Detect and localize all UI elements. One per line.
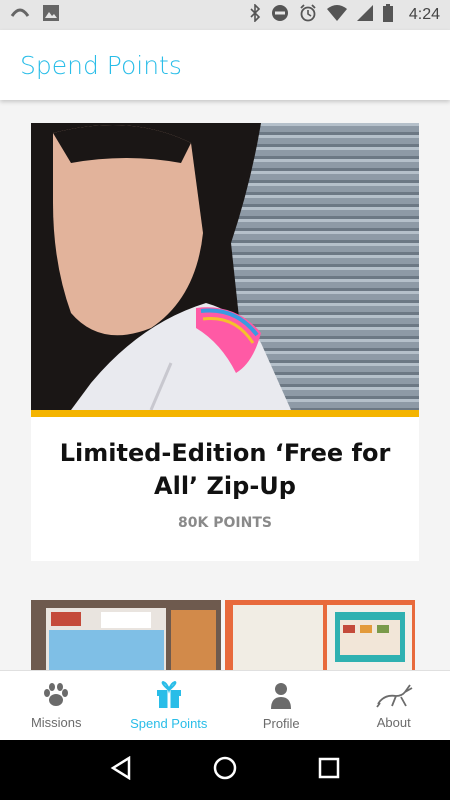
signal-icon [356,4,373,26]
gift-icon [155,680,183,712]
rewards-list[interactable]: Limited-Edition ‘Free for All’ Zip-Up 80… [0,100,450,670]
system-nav-bar [0,740,450,800]
back-icon[interactable] [110,755,132,785]
app-bar: Spend Points [0,30,450,100]
battery-icon [382,3,393,27]
do-not-disturb-icon [271,4,289,27]
reward-thumbnail[interactable] [31,600,221,670]
more-rewards-row [31,600,419,670]
paw-icon [41,682,71,711]
reward-points: 80K POINTS [178,515,272,531]
highlight-bar [31,410,419,417]
page-title: Spend Points [20,50,182,80]
tab-spend-points[interactable]: Spend Points [113,671,226,740]
tab-profile[interactable]: Profile [225,671,338,740]
status-bar: 4:24 [0,0,450,30]
tab-profile-label: Profile [262,715,300,731]
recents-icon[interactable] [318,757,340,784]
reward-card[interactable]: Limited-Edition ‘Free for All’ Zip-Up 80… [31,123,419,561]
image-icon [42,4,60,27]
reward-photo [31,123,419,410]
wifi-icon [326,4,347,26]
status-time: 4:24 [408,6,440,23]
person-icon [269,681,293,712]
tab-missions-label: Missions [30,714,82,730]
reward-title: Limited-Edition ‘Free for All’ Zip-Up [59,439,391,500]
tab-missions[interactable]: Missions [0,671,113,740]
tab-spend-points-label: Spend Points [130,715,208,731]
missed-call-icon [10,6,30,25]
home-icon[interactable] [213,756,237,785]
tab-about-label: About [376,714,411,730]
reward-thumbnail[interactable] [225,600,415,670]
alarm-icon [299,3,317,27]
bluetooth-icon [249,2,261,27]
rabbit-icon [374,682,414,711]
tab-about[interactable]: About [338,671,450,740]
bottom-tab-bar: Missions Spend Points Profile About [0,670,450,740]
